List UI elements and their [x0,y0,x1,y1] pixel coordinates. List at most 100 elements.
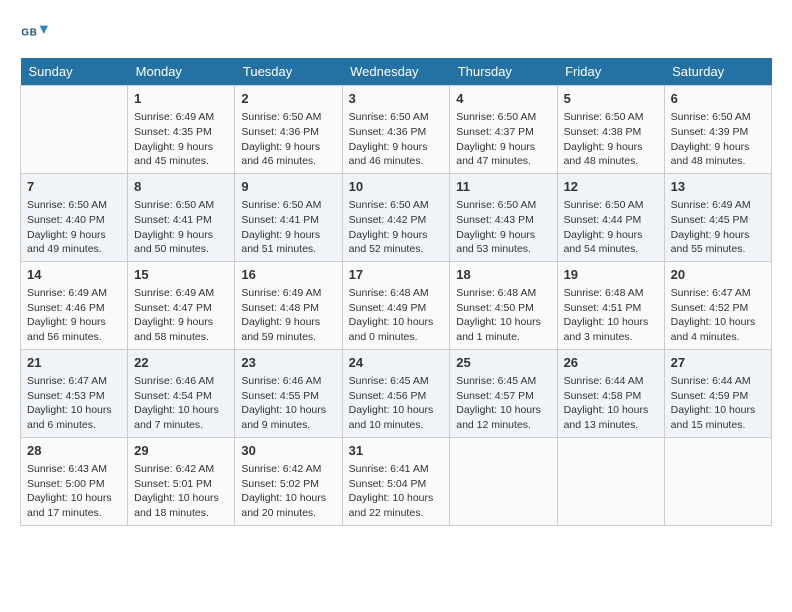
calendar-cell: 30Sunrise: 6:42 AMSunset: 5:02 PMDayligh… [235,437,342,525]
calendar-cell: 19Sunrise: 6:48 AMSunset: 4:51 PMDayligh… [557,261,664,349]
day-header-wednesday: Wednesday [342,58,450,86]
date-number: 3 [349,90,444,108]
date-number: 6 [671,90,765,108]
calendar-cell: 27 Sunrise: 6:44 AMSunset: 4:59 PMDayligh… [664,349,771,437]
cell-info: Sunrise: 6:50 AMSunset: 4:41 PMDaylight:… [241,198,335,257]
cell-info: Sunrise: 6:50 AMSunset: 4:41 PMDaylight:… [134,198,228,257]
cell-info: Sunrise: 6:48 AMSunset: 4:50 PMDaylight:… [456,286,550,345]
calendar-cell: 4 Sunrise: 6:50 AMSunset: 4:37 PMDaylight… [450,86,557,174]
calendar-cell: 26 Sunrise: 6:44 AMSunset: 4:58 PMDayligh… [557,349,664,437]
page-header: G B [20,20,772,48]
date-number: 4 [456,90,550,108]
calendar-cell [21,86,128,174]
calendar-cell: 10Sunrise: 6:50 AMSunset: 4:42 PMDayligh… [342,173,450,261]
calendar-cell: 14 Sunrise: 6:49 AMSunset: 4:46 PMDayligh… [21,261,128,349]
logo: G B [20,20,52,48]
cell-info: Sunrise: 6:48 AMSunset: 4:49 PMDaylight:… [349,286,444,345]
day-header-friday: Friday [557,58,664,86]
calendar-cell: 2Sunrise: 6:50 AMSunset: 4:36 PMDaylight… [235,86,342,174]
calendar-cell [557,437,664,525]
calendar-cell: 3 Sunrise: 6:50 AMSunset: 4:36 PMDaylight… [342,86,450,174]
calendar-cell: 20Sunrise: 6:47 AMSunset: 4:52 PMDayligh… [664,261,771,349]
date-number: 26 [564,354,658,372]
calendar-cell: 29 Sunrise: 6:42 AMSunset: 5:01 PMDayligh… [128,437,235,525]
calendar-cell: 16Sunrise: 6:49 AMSunset: 4:48 PMDayligh… [235,261,342,349]
cell-info: Sunrise: 6:50 AMSunset: 4:43 PMDaylight:… [456,198,550,257]
date-number: 31 [349,442,444,460]
calendar-cell: 11 Sunrise: 6:50 AMSunset: 4:43 PMDayligh… [450,173,557,261]
cell-info: Sunrise: 6:50 AMSunset: 4:40 PMDaylight:… [27,198,121,257]
calendar-cell: 21 Sunrise: 6:47 AMSunset: 4:53 PMDayligh… [21,349,128,437]
day-header-thursday: Thursday [450,58,557,86]
calendar-cell: 22Sunrise: 6:46 AMSunset: 4:54 PMDayligh… [128,349,235,437]
cell-info: Sunrise: 6:42 AMSunset: 5:01 PMDaylight:… [134,462,228,521]
calendar-cell: 8 Sunrise: 6:50 AMSunset: 4:41 PMDaylight… [128,173,235,261]
cell-info: Sunrise: 6:47 AMSunset: 4:52 PMDaylight:… [671,286,765,345]
calendar-cell: 12 Sunrise: 6:50 AMSunset: 4:44 PMDayligh… [557,173,664,261]
date-number: 17 [349,266,444,284]
cell-info: Sunrise: 6:46 AMSunset: 4:54 PMDaylight:… [134,374,228,433]
calendar-table: SundayMondayTuesdayWednesdayThursdayFrid… [20,58,772,526]
cell-info: Sunrise: 6:46 AMSunset: 4:55 PMDaylight:… [241,374,335,433]
calendar-cell: 24 Sunrise: 6:45 AMSunset: 4:56 PMDayligh… [342,349,450,437]
cell-info: Sunrise: 6:50 AMSunset: 4:37 PMDaylight:… [456,110,550,169]
date-number: 29 [134,442,228,460]
day-header-saturday: Saturday [664,58,771,86]
calendar-cell: 13Sunrise: 6:49 AMSunset: 4:45 PMDayligh… [664,173,771,261]
date-number: 12 [564,178,658,196]
cell-info: Sunrise: 6:50 AMSunset: 4:36 PMDaylight:… [349,110,444,169]
calendar-cell: 28Sunrise: 6:43 AMSunset: 5:00 PMDayligh… [21,437,128,525]
cell-info: Sunrise: 6:44 AMSunset: 4:58 PMDaylight:… [564,374,658,433]
cell-info: Sunrise: 6:49 AMSunset: 4:47 PMDaylight:… [134,286,228,345]
cell-info: Sunrise: 6:49 AMSunset: 4:48 PMDaylight:… [241,286,335,345]
cell-info: Sunrise: 6:43 AMSunset: 5:00 PMDaylight:… [27,462,121,521]
date-number: 27 [671,354,765,372]
calendar-cell: 9 Sunrise: 6:50 AMSunset: 4:41 PMDaylight… [235,173,342,261]
date-number: 15 [134,266,228,284]
date-number: 14 [27,266,121,284]
cell-info: Sunrise: 6:50 AMSunset: 4:44 PMDaylight:… [564,198,658,257]
cell-info: Sunrise: 6:47 AMSunset: 4:53 PMDaylight:… [27,374,121,433]
date-number: 8 [134,178,228,196]
day-header-sunday: Sunday [21,58,128,86]
cell-info: Sunrise: 6:49 AMSunset: 4:46 PMDaylight:… [27,286,121,345]
date-number: 24 [349,354,444,372]
day-header-tuesday: Tuesday [235,58,342,86]
calendar-cell [664,437,771,525]
calendar-cell: 6 Sunrise: 6:50 AMSunset: 4:39 PMDaylight… [664,86,771,174]
calendar-cell: 31 Sunrise: 6:41 AMSunset: 5:04 PMDayligh… [342,437,450,525]
calendar-cell: 18 Sunrise: 6:48 AMSunset: 4:50 PMDayligh… [450,261,557,349]
calendar-cell: 7Sunrise: 6:50 AMSunset: 4:40 PMDaylight… [21,173,128,261]
calendar-week-4: 21 Sunrise: 6:47 AMSunset: 4:53 PMDayligh… [21,349,772,437]
svg-text:B: B [30,27,37,38]
date-number: 9 [241,178,335,196]
date-number: 18 [456,266,550,284]
cell-info: Sunrise: 6:45 AMSunset: 4:56 PMDaylight:… [349,374,444,433]
date-number: 5 [564,90,658,108]
calendar-week-3: 14 Sunrise: 6:49 AMSunset: 4:46 PMDayligh… [21,261,772,349]
date-number: 10 [349,178,444,196]
calendar-cell: 15 Sunrise: 6:49 AMSunset: 4:47 PMDayligh… [128,261,235,349]
svg-text:G: G [21,27,29,38]
date-number: 13 [671,178,765,196]
date-number: 25 [456,354,550,372]
date-number: 21 [27,354,121,372]
calendar-cell [450,437,557,525]
cell-info: Sunrise: 6:50 AMSunset: 4:39 PMDaylight:… [671,110,765,169]
date-number: 1 [134,90,228,108]
calendar-cell: 5Sunrise: 6:50 AMSunset: 4:38 PMDaylight… [557,86,664,174]
date-number: 23 [241,354,335,372]
cell-info: Sunrise: 6:45 AMSunset: 4:57 PMDaylight:… [456,374,550,433]
calendar-week-5: 28Sunrise: 6:43 AMSunset: 5:00 PMDayligh… [21,437,772,525]
calendar-cell: 25 Sunrise: 6:45 AMSunset: 4:57 PMDayligh… [450,349,557,437]
cell-info: Sunrise: 6:49 AMSunset: 4:35 PMDaylight:… [134,110,228,169]
cell-info: Sunrise: 6:50 AMSunset: 4:36 PMDaylight:… [241,110,335,169]
calendar-cell: 17 Sunrise: 6:48 AMSunset: 4:49 PMDayligh… [342,261,450,349]
date-number: 11 [456,178,550,196]
calendar-cell: 23 Sunrise: 6:46 AMSunset: 4:55 PMDayligh… [235,349,342,437]
logo-icon: G B [20,20,48,48]
calendar-week-1: 1 Sunrise: 6:49 AMSunset: 4:35 PMDaylight… [21,86,772,174]
date-number: 19 [564,266,658,284]
cell-info: Sunrise: 6:41 AMSunset: 5:04 PMDaylight:… [349,462,444,521]
cell-info: Sunrise: 6:44 AMSunset: 4:59 PMDaylight:… [671,374,765,433]
